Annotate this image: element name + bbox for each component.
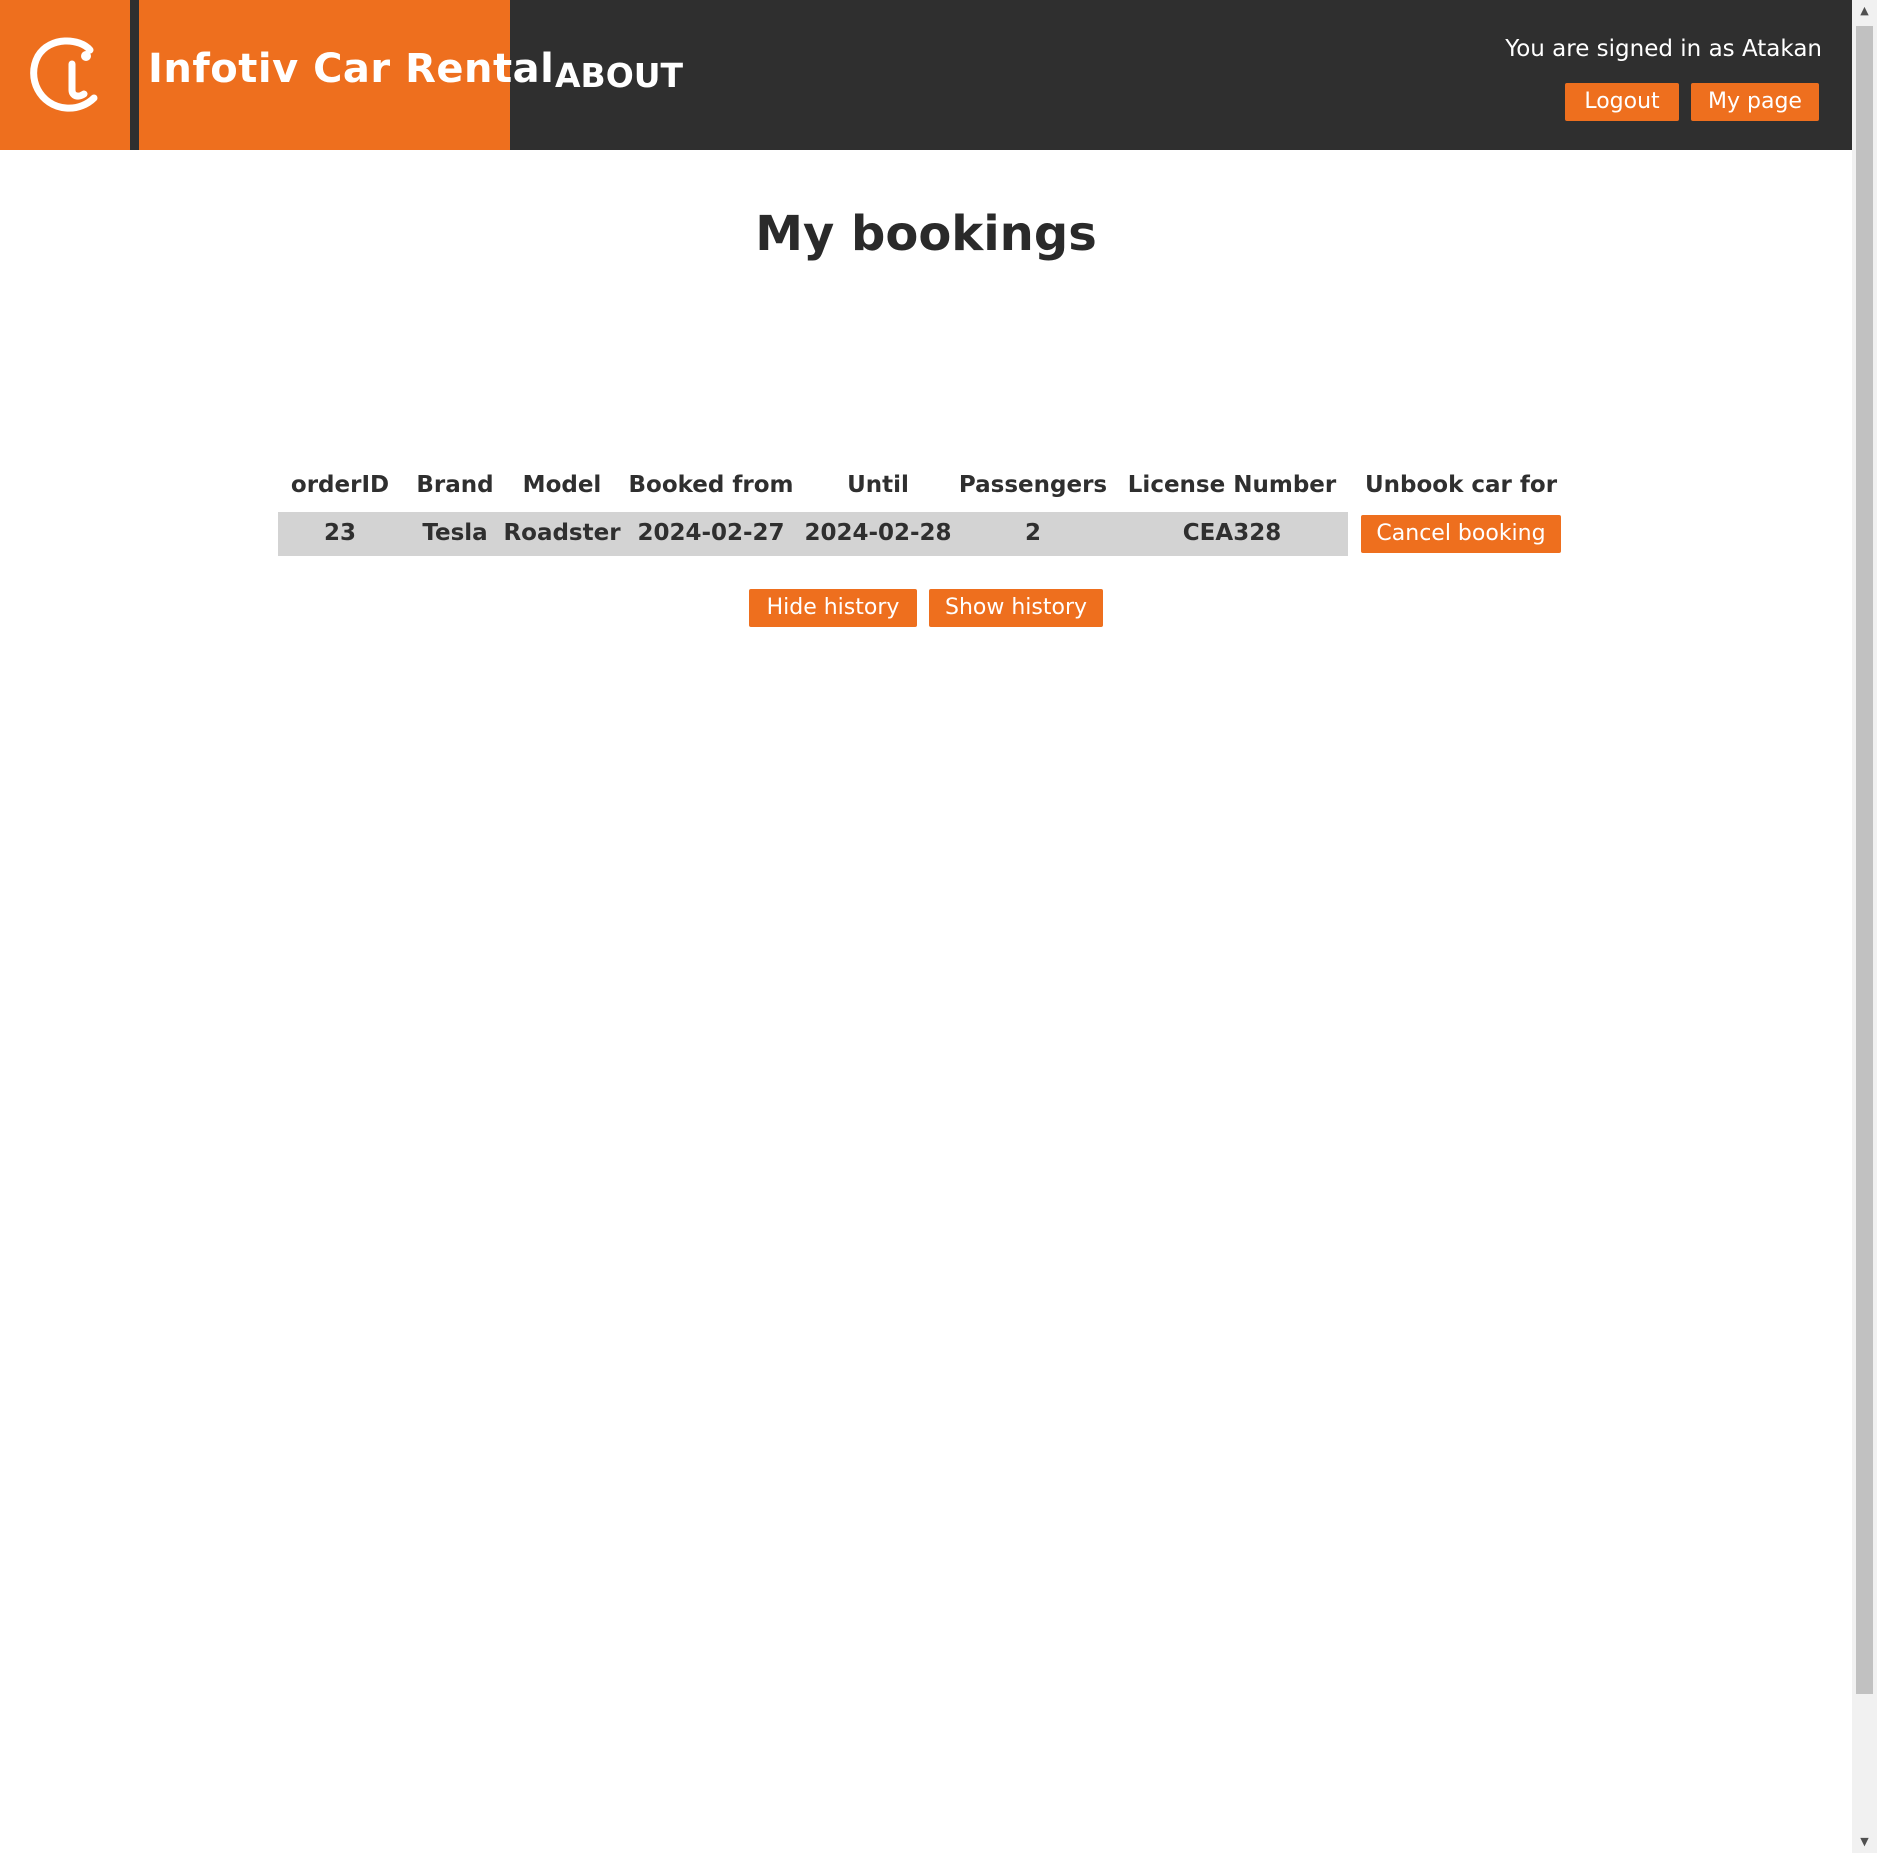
page-title: My bookings xyxy=(755,206,1097,262)
cell-passengers: 2 xyxy=(1024,520,1042,546)
viewport: Infotiv Car Rental ABOUT You are signed … xyxy=(0,0,1852,1853)
scroll-down-arrow-icon[interactable]: ▼ xyxy=(1852,1831,1877,1853)
cancel-booking-button[interactable]: Cancel booking xyxy=(1361,515,1561,553)
logo-divider xyxy=(130,0,139,150)
vertical-scrollbar[interactable]: ▲ ▼ xyxy=(1852,0,1877,1853)
column-header-unbook: Unbook car for xyxy=(1364,472,1558,498)
show-history-button[interactable]: Show history xyxy=(929,589,1103,627)
top-header: Infotiv Car Rental ABOUT You are signed … xyxy=(0,0,1852,150)
my-page-button[interactable]: My page xyxy=(1691,83,1819,121)
cell-model: Roadster xyxy=(503,520,621,546)
hide-history-button[interactable]: Hide history xyxy=(749,589,917,627)
logout-button[interactable]: Logout xyxy=(1565,83,1679,121)
column-header-passengers: Passengers xyxy=(958,472,1108,498)
column-header-until: Until xyxy=(847,472,909,498)
signed-in-status: You are signed in as Atakan xyxy=(1505,36,1822,62)
scroll-up-arrow-icon[interactable]: ▲ xyxy=(1852,0,1877,22)
site-title[interactable]: Infotiv Car Rental xyxy=(148,46,554,92)
nav-about-link[interactable]: ABOUT xyxy=(555,56,683,95)
cell-until: 2024-02-28 xyxy=(804,520,952,546)
column-header-license-number: License Number xyxy=(1127,472,1337,498)
logo-box[interactable] xyxy=(0,0,130,150)
cell-booked-from: 2024-02-27 xyxy=(637,520,785,546)
cell-orderid: 23 xyxy=(323,520,357,546)
scrollbar-thumb[interactable] xyxy=(1856,26,1873,1694)
cell-brand: Tesla xyxy=(422,520,488,546)
cell-license-number: CEA328 xyxy=(1182,520,1282,546)
column-header-booked-from: Booked from xyxy=(628,472,794,498)
column-header-model: Model xyxy=(522,472,602,498)
column-header-brand: Brand xyxy=(416,472,494,498)
infotiv-logo-icon xyxy=(30,37,98,112)
column-header-orderid: orderID xyxy=(290,472,390,498)
page: Infotiv Car Rental ABOUT You are signed … xyxy=(0,0,1877,1853)
